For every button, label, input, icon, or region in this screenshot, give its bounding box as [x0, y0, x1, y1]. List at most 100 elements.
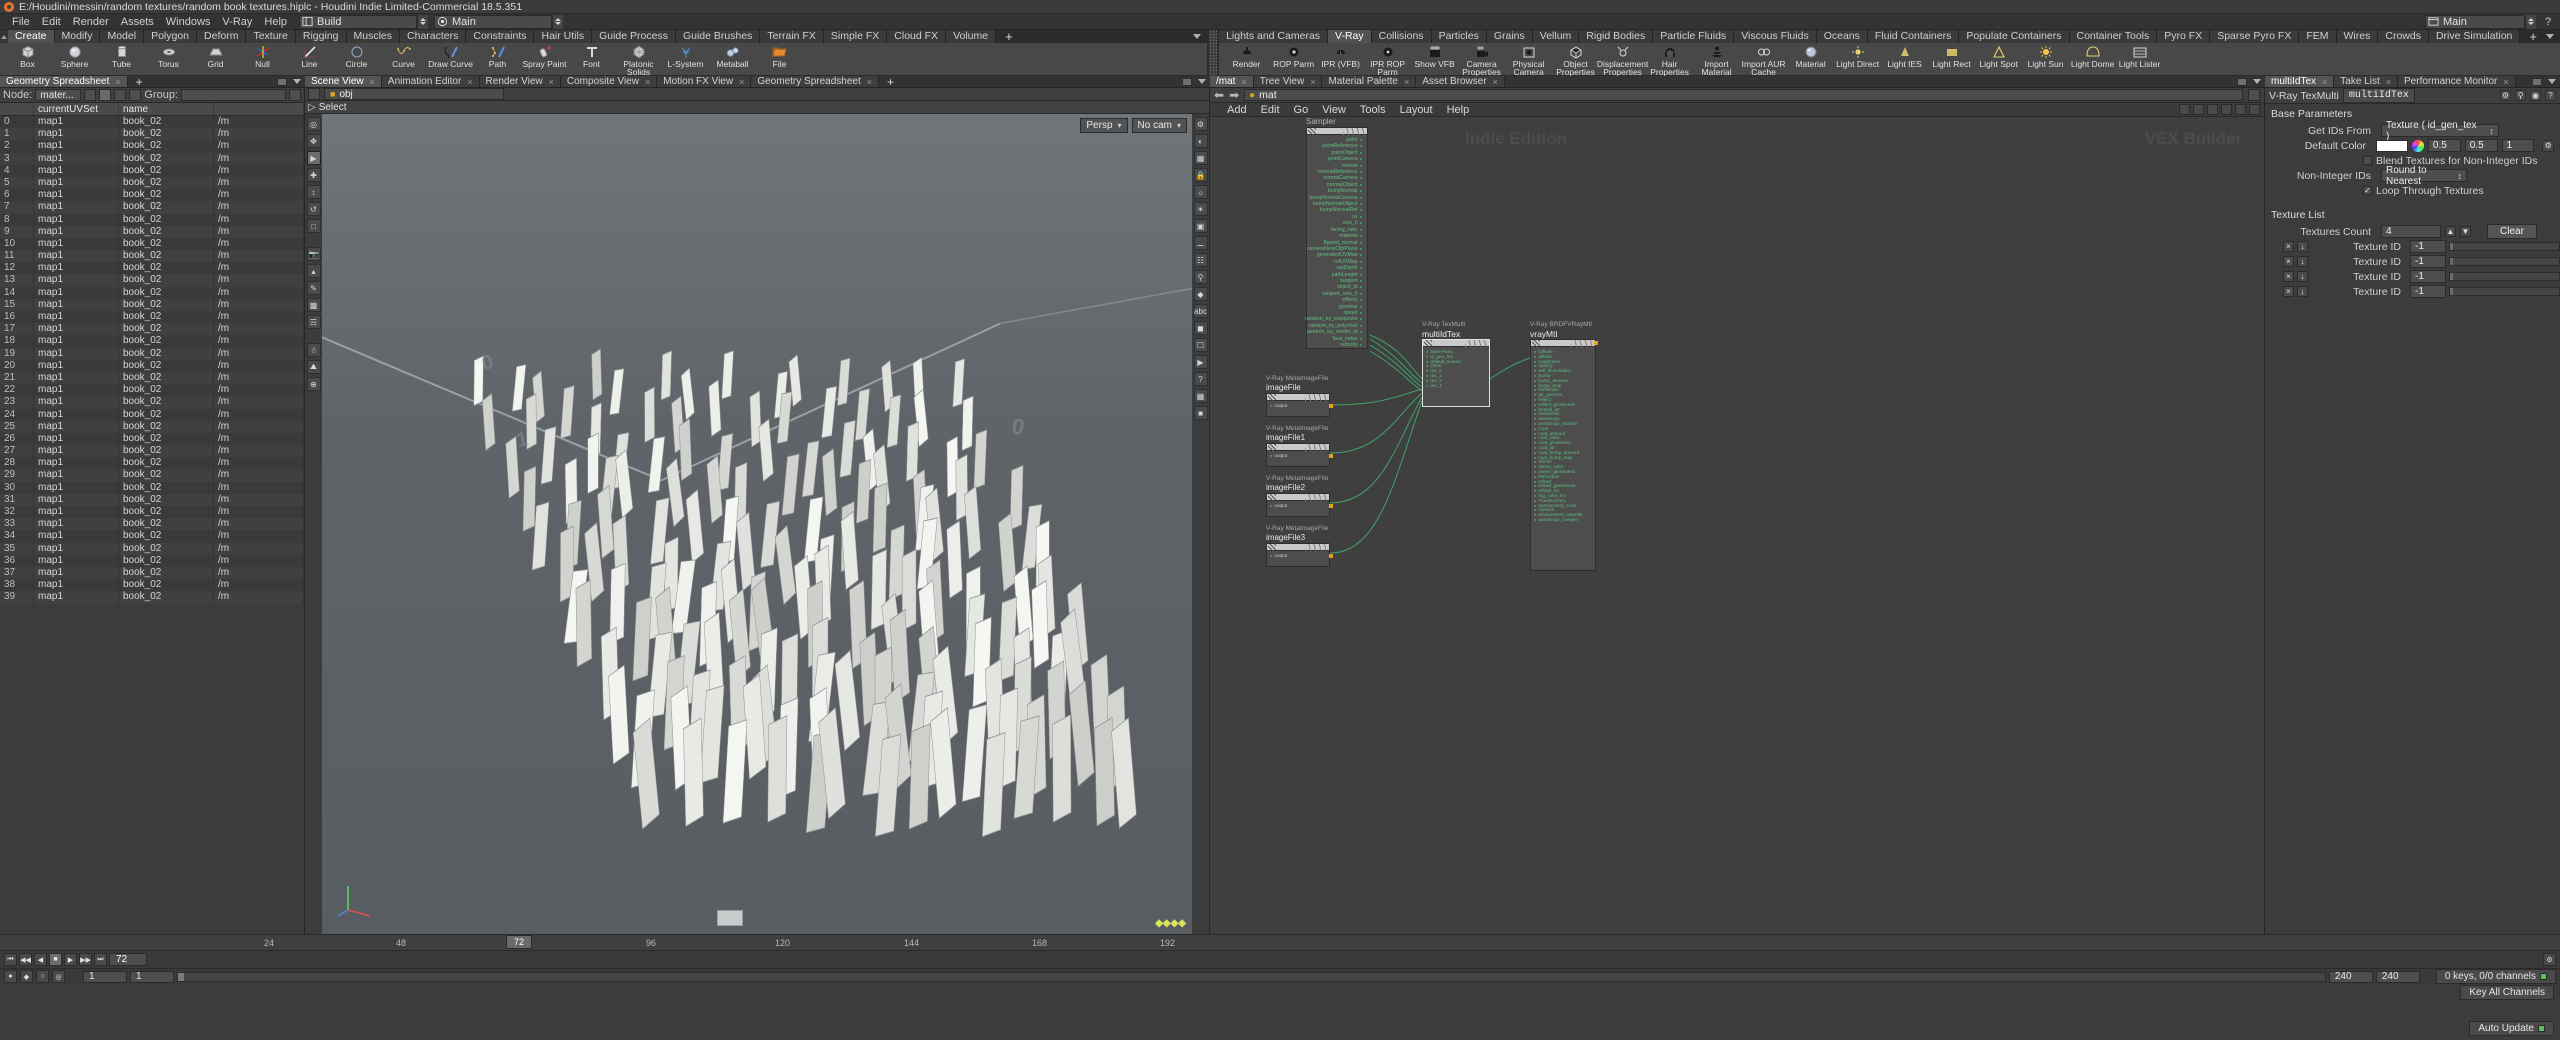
handle-tool-icon[interactable]: ✚ — [306, 168, 321, 182]
pane-tab-animation-editor[interactable]: Animation Editor × — [381, 76, 480, 87]
shelf-tab-sparse-pyro-fx[interactable]: Sparse Pyro FX — [2210, 30, 2300, 43]
table-row[interactable]: 28 map1 book_02/m — [0, 457, 304, 470]
shelf-tool-object-properties[interactable]: Object Properties — [1552, 43, 1599, 76]
shelf-tool-sphere[interactable]: Sphere — [51, 43, 98, 76]
node-sampler[interactable]: pointpointReferencepointObjectpointCamer… — [1305, 127, 1368, 349]
node-output-port[interactable]: random_by_composite — [1305, 316, 1362, 322]
non-integer-ids-row[interactable]: Non-Integer IDs Round to Nearest — [2265, 165, 2560, 187]
step-forward-icon[interactable]: ▶▶ — [79, 953, 92, 966]
table-row[interactable]: 37 map1 book_02/m — [0, 566, 304, 580]
close-icon[interactable]: × — [467, 77, 472, 87]
network-menu-tools[interactable]: Tools — [1353, 103, 1393, 117]
axis-origin-icon[interactable]: ⊕ — [306, 377, 321, 391]
shelf-tool-ipr-rop-parm[interactable]: IPR ROP Parm — [1364, 43, 1411, 76]
display-options-icon[interactable]: ⚙ — [1193, 117, 1208, 131]
parm-help-icon[interactable]: ? — [2545, 90, 2556, 101]
textures-count-decrement[interactable]: ▲ — [2445, 226, 2456, 237]
pane-menu-icon[interactable] — [1198, 79, 1206, 84]
guide-geometry-icon[interactable]: ⚲ — [1193, 270, 1208, 284]
shelf-tool-rop-parm[interactable]: ROP Parm — [1270, 43, 1317, 76]
table-row[interactable]: 12 map1 book_02/m — [0, 262, 304, 275]
shelf-tool-draw-curve[interactable]: Draw Curve — [427, 43, 474, 76]
node-output-port[interactable]: velocity — [1305, 342, 1362, 348]
shelf-tab-modify[interactable]: Modify — [54, 30, 101, 43]
shelf-tab-rigging[interactable]: Rigging — [295, 30, 347, 43]
parm-gear-icon[interactable]: ⚙ — [2500, 90, 2511, 101]
texture-id-field[interactable]: -1 — [2410, 285, 2446, 298]
shelf-tab-characters[interactable]: Characters — [400, 30, 467, 43]
shelf-tab-volume[interactable]: Volume — [946, 30, 997, 43]
close-icon[interactable]: × — [370, 77, 375, 87]
shelf-tool-light-dome[interactable]: Light Dome — [2069, 43, 2116, 76]
close-icon[interactable]: × — [1310, 77, 1315, 87]
shelf-tool-render[interactable]: Render — [1223, 43, 1270, 76]
pane-tab-geometry-spreadsheet[interactable]: Geometry Spreadsheet × — [0, 76, 128, 87]
shelf-tab-constraints[interactable]: Constraints — [466, 30, 535, 43]
maximize-pane-icon[interactable] — [2237, 77, 2247, 86]
pane-tab-performance-monitor[interactable]: Performance Monitor × — [2398, 76, 2516, 87]
shelf-tab-viscous-fluids[interactable]: Viscous Fluids — [1734, 30, 1817, 43]
table-row[interactable]: 10 map1 book_02/m — [0, 237, 304, 251]
node-imagefile1[interactable]: output — [1266, 443, 1333, 467]
table-row[interactable]: 31 map1 book_02/m — [0, 493, 304, 506]
shelf-tool-show-vfb[interactable]: Show VFB — [1411, 43, 1458, 76]
node-vraymtl[interactable]: Diffusediffuseroughnessopacityself_illum… — [1530, 339, 1598, 571]
table-row[interactable]: 5 map1 book_02/m — [0, 176, 304, 190]
clear-button[interactable]: Clear — [2487, 224, 2537, 239]
shelf-tool-spray-paint[interactable]: Spray Paint — [521, 43, 568, 76]
shelf-tab-fluid-containers[interactable]: Fluid Containers — [1867, 30, 1960, 43]
shelf-tool-hair-properties[interactable]: Hair Properties — [1646, 43, 1693, 76]
loop-through-checkbox[interactable] — [2363, 186, 2372, 195]
node-bypass-flag-icon[interactable] — [1308, 128, 1316, 135]
table-row[interactable]: 3 map1 book_02/m — [0, 152, 304, 165]
node-multiidtex[interactable]: Base Para...id_gen_texdefault_textureOth… — [1422, 339, 1490, 407]
column-header-uvset[interactable]: currentUVSet — [34, 103, 119, 115]
network-canvas[interactable]: Indie Edition VEX Builder point ● pointR… — [1210, 117, 2264, 934]
timeline-playhead[interactable]: 72 — [506, 935, 532, 949]
table-row[interactable]: 30 map1 book_02/m — [0, 481, 304, 494]
shelf-tab-oceans[interactable]: Oceans — [1816, 30, 1868, 43]
table-row[interactable]: 22 map1 book_02/m — [0, 384, 304, 397]
close-icon[interactable]: × — [1404, 77, 1409, 87]
textures-count-row[interactable]: Textures Count 4 ▲ ▼ Clear — [2265, 224, 2560, 239]
table-row[interactable]: 4 map1 book_02/m — [0, 164, 304, 177]
texture-id-row-2[interactable]: × ↓ Texture ID -1 — [2265, 269, 2560, 284]
shelf-tab-drive-simulation[interactable]: Drive Simulation — [2428, 30, 2521, 43]
network-list-icon[interactable] — [2207, 104, 2218, 115]
texture-id-field[interactable]: -1 — [2410, 240, 2446, 253]
network-menu-edit[interactable]: Edit — [1254, 103, 1287, 117]
network-snap-icon[interactable] — [2179, 104, 2190, 115]
menu-edit[interactable]: Edit — [36, 14, 67, 30]
default-color-r[interactable]: 0.5 — [2427, 139, 2461, 152]
texture-id-row-1[interactable]: × ↓ Texture ID -1 — [2265, 254, 2560, 269]
table-row[interactable]: 19 map1 book_02/m — [0, 347, 304, 360]
range-end-field[interactable]: 240 — [2328, 970, 2373, 983]
viewport-right-toolbar[interactable]: ⚙ ◐ ▦ 🔒 ☼ ☀ ▣ ⚊ ☷ ⚲ ◆ abc ◼ ☐ ▶ ? ▦ ■ — [1192, 114, 1209, 934]
color-wheel-icon[interactable] — [2412, 139, 2424, 152]
scope-icon[interactable]: ○ — [36, 970, 49, 983]
texture-id-slider[interactable] — [2449, 272, 2560, 281]
current-frame-field[interactable]: 72 — [109, 953, 147, 966]
shelf-tool-physical-camera[interactable]: Physical Camera — [1505, 43, 1552, 76]
shelf-tab-grains[interactable]: Grains — [1486, 30, 1533, 43]
pane-tab-geometry-spreadsheet[interactable]: Geometry Spreadsheet × — [751, 76, 879, 87]
close-icon[interactable]: × — [1241, 77, 1246, 87]
node-output-port[interactable]: random_by_render_id — [1305, 329, 1362, 335]
pane-tab-multiidtex[interactable]: multiIdTex × — [2265, 76, 2335, 87]
network-menu-add[interactable]: Add — [1220, 103, 1254, 117]
close-icon[interactable]: × — [645, 77, 650, 87]
textures-count-increment[interactable]: ▼ — [2460, 226, 2471, 237]
pane-tab-asset-browser[interactable]: Asset Browser × — [1416, 76, 1505, 87]
close-icon[interactable]: × — [739, 77, 744, 87]
network-path-bar[interactable]: ⬅ ➡ ● mat — [1210, 88, 2264, 103]
menu-render[interactable]: Render — [67, 14, 115, 30]
shelf-tool-light-direct[interactable]: Light Direct — [1834, 43, 1881, 76]
pane-tab-fill[interactable] — [150, 76, 305, 87]
shelf-tab-particles[interactable]: Particles — [1431, 30, 1487, 43]
keyframe-icon[interactable]: ◆ — [20, 970, 33, 983]
network-path-field[interactable]: ● mat — [1244, 89, 2243, 101]
shelf-tab-rigid-bodies[interactable]: Rigid Bodies — [1579, 30, 1654, 43]
get-ids-from-select[interactable]: Texture ( id_gen_tex ) — [2381, 120, 2499, 142]
texture-menu-button[interactable]: ↓ — [2297, 256, 2308, 267]
spreadsheet-body[interactable]: 0 map1 book_02/m 1 map1 book_02/m 2 map1 book_02… — [0, 116, 304, 934]
